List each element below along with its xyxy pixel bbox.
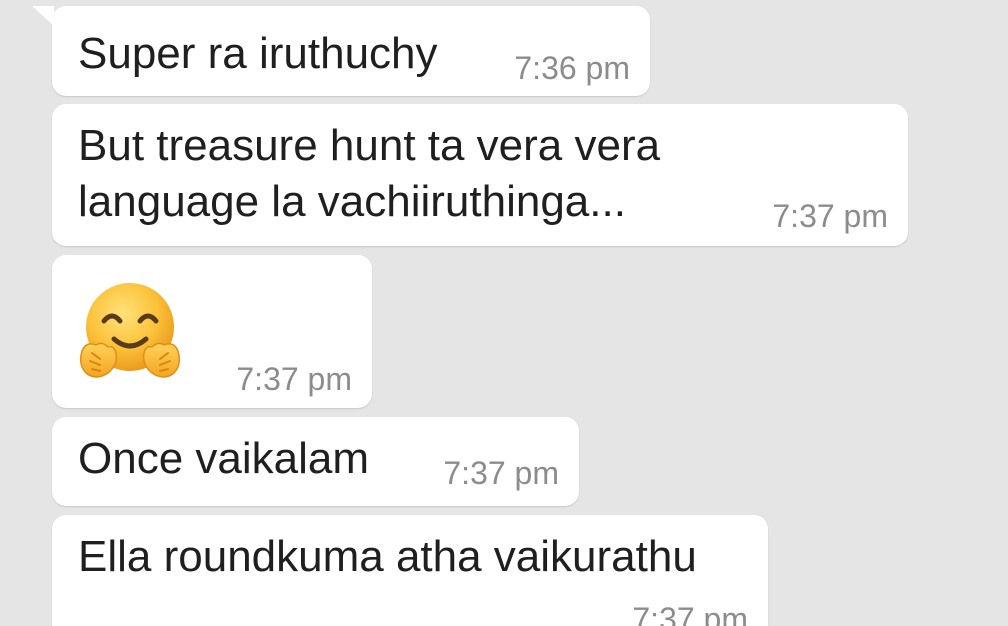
message-text-line: But treasure hunt ta vera vera bbox=[78, 121, 661, 170]
hugging-face-emoji bbox=[79, 283, 181, 378]
message-bubble[interactable]: Ella roundkuma atha vaikurathu 7:37 pm bbox=[52, 515, 768, 626]
chat-message-list[interactable]: Super ra iruthuchy 7:36 pm But treasure … bbox=[0, 0, 1008, 626]
bubble-tail bbox=[32, 6, 54, 26]
message-bubble[interactable]: Once vaikalam 7:37 pm bbox=[52, 417, 579, 506]
message-bubble[interactable]: 7:37 pm bbox=[52, 255, 372, 408]
message-timestamp: 7:37 pm bbox=[236, 361, 352, 397]
message-bubble[interactable]: But treasure hunt ta vera vera language … bbox=[52, 104, 908, 246]
message-bubble[interactable]: Super ra iruthuchy 7:36 pm bbox=[32, 6, 650, 96]
message-timestamp: 7:37 pm bbox=[772, 198, 888, 234]
message-timestamp: 7:37 pm bbox=[443, 455, 559, 491]
message-text: Super ra iruthuchy bbox=[78, 29, 438, 78]
message-text: Ella roundkuma atha vaikurathu bbox=[78, 532, 697, 581]
message-text-line: language la vachiiruthinga... bbox=[78, 177, 626, 226]
message-timestamp: 7:36 pm bbox=[514, 50, 630, 86]
message-text: Once vaikalam bbox=[78, 434, 370, 483]
message-timestamp: 7:37 pm bbox=[632, 601, 748, 626]
